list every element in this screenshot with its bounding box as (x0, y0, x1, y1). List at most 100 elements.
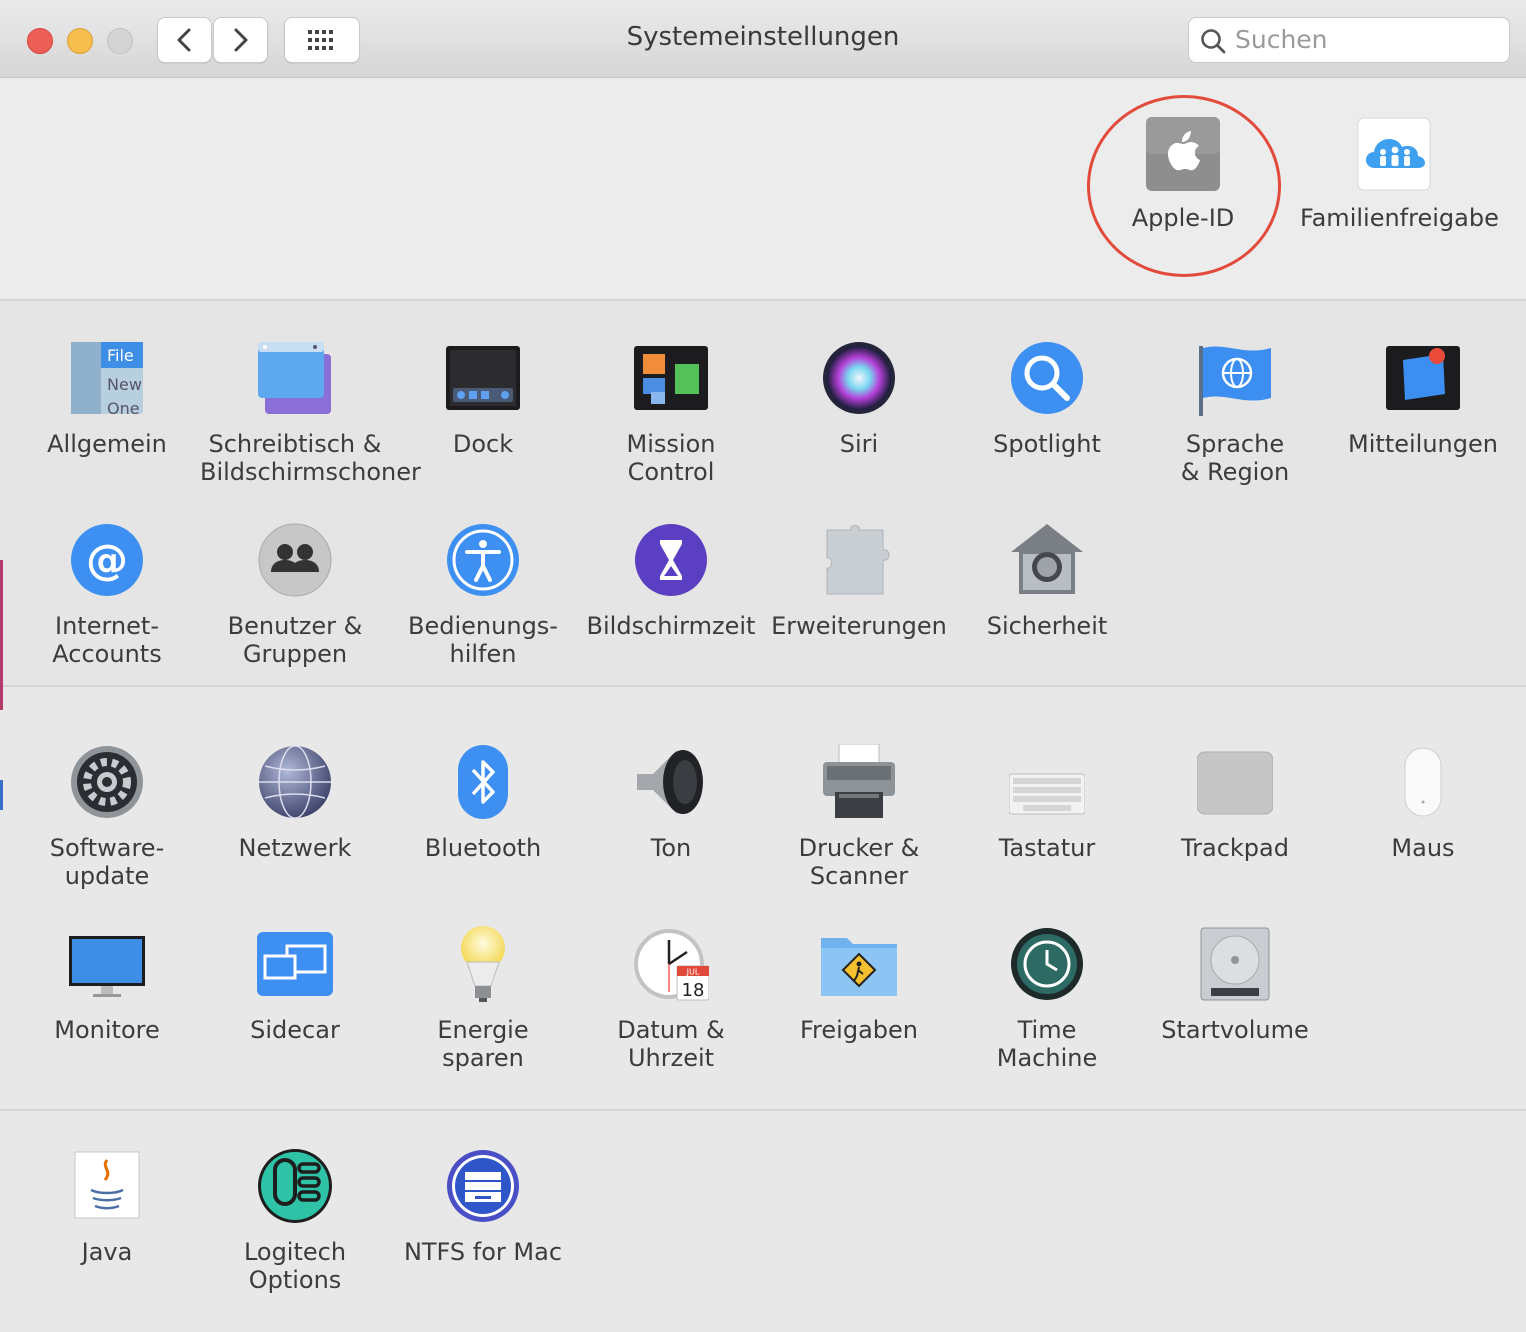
sharing-label: Freigaben (800, 1016, 918, 1044)
hourglass-icon (633, 522, 709, 598)
pref-displays[interactable]: Monitore (12, 926, 202, 1044)
bluetooth-label: Bluetooth (424, 834, 542, 862)
clock-calendar-icon: JUL 18 (633, 926, 709, 1002)
family-sharing-icon (1357, 116, 1433, 192)
time-machine-label: Time Machine (996, 1016, 1098, 1072)
pref-extensions[interactable]: Erweiterungen (764, 522, 954, 640)
pref-dock[interactable]: Dock (388, 340, 578, 458)
software-update-label: Software- update (49, 834, 165, 890)
search-placeholder: Suchen (1235, 25, 1328, 54)
pref-spotlight[interactable]: Spotlight (952, 340, 1142, 458)
trackpad-label: Trackpad (1181, 834, 1289, 862)
pref-language-region[interactable]: Sprache & Region (1140, 340, 1330, 486)
gear-icon (69, 744, 145, 820)
mouse-icon (1385, 744, 1461, 820)
house-safe-icon (1009, 522, 1085, 598)
svg-text:File: File (107, 346, 134, 365)
pref-sidecar[interactable]: Sidecar (200, 926, 390, 1044)
displays-label: Monitore (54, 1016, 160, 1044)
speaker-icon (633, 744, 709, 820)
startup-disk-label: Startvolume (1161, 1016, 1309, 1044)
siri-label: Siri (839, 430, 879, 458)
background-window-edge (0, 560, 3, 710)
ntfs-icon (445, 1148, 521, 1224)
pref-internet-accounts[interactable]: @ Internet- Accounts (12, 522, 202, 668)
search-icon (1201, 29, 1226, 54)
time-machine-icon (1009, 926, 1085, 1002)
pref-java[interactable]: Java (12, 1148, 202, 1266)
pref-sharing[interactable]: Freigaben (764, 926, 954, 1044)
search-field[interactable]: Suchen (1188, 17, 1510, 63)
screen-time-label: Bildschirmzeit (586, 612, 756, 640)
printers-label: Drucker & Scanner (798, 834, 920, 890)
pref-accessibility[interactable]: Bedienungs- hilfen (388, 522, 578, 668)
pref-notifications[interactable]: Mitteilungen (1328, 340, 1518, 458)
pref-mission-control[interactable]: Mission Control (576, 340, 766, 486)
puzzle-icon (821, 522, 897, 598)
pref-keyboard[interactable]: Tastatur (952, 744, 1142, 862)
desktop-label: Schreibtisch & Bildschirmschoner (200, 430, 421, 486)
display-icon (69, 926, 145, 1002)
svg-text:JUL: JUL (686, 968, 700, 977)
pref-security[interactable]: Sicherheit (952, 522, 1142, 640)
logitech-icon (257, 1148, 333, 1224)
network-globe-icon (257, 744, 333, 820)
pref-bluetooth[interactable]: Bluetooth (388, 744, 578, 862)
pref-general[interactable]: File New One Allgemein (12, 340, 202, 458)
spotlight-label: Spotlight (993, 430, 1101, 458)
svg-text:@: @ (86, 535, 128, 584)
pref-sound[interactable]: Ton (576, 744, 766, 862)
sharing-folder-icon (821, 926, 897, 1002)
internet-accounts-label: Internet- Accounts (52, 612, 162, 668)
pref-printers-scanners[interactable]: Drucker & Scanner (764, 744, 954, 890)
date-time-label: Datum & Uhrzeit (617, 1016, 725, 1072)
spotlight-icon (1009, 340, 1085, 416)
sidecar-icon (257, 926, 333, 1002)
dock-label: Dock (452, 430, 514, 458)
svg-text:18: 18 (682, 980, 705, 1001)
pref-users-groups[interactable]: Benutzer & Gruppen (200, 522, 390, 668)
java-label: Java (81, 1238, 133, 1266)
security-label: Sicherheit (986, 612, 1108, 640)
mission-control-label: Mission Control (626, 430, 716, 486)
language-label: Sprache & Region (1180, 430, 1290, 486)
network-label: Netzwerk (238, 834, 352, 862)
java-icon (69, 1148, 145, 1224)
pref-mouse[interactable]: Maus (1328, 744, 1518, 862)
dock-icon (445, 340, 521, 416)
pref-screen-time[interactable]: Bildschirmzeit (576, 522, 766, 640)
highlight-circle (1087, 95, 1281, 277)
ntfs-label: NTFS for Mac (403, 1238, 563, 1266)
general-icon: File New One (69, 340, 145, 416)
desktop-icon (257, 340, 333, 416)
accessibility-icon (445, 522, 521, 598)
account-section (0, 78, 1526, 301)
sidecar-label: Sidecar (250, 1016, 340, 1044)
notifications-label: Mitteilungen (1348, 430, 1498, 458)
energy-label: Energie sparen (437, 1016, 529, 1072)
pref-software-update[interactable]: Software- update (12, 744, 202, 890)
pref-siri[interactable]: Siri (764, 340, 954, 458)
pref-ntfs-for-mac[interactable]: NTFS for Mac (388, 1148, 578, 1266)
keyboard-label: Tastatur (998, 834, 1096, 862)
mouse-label: Maus (1391, 834, 1455, 862)
pref-startup-disk[interactable]: Startvolume (1140, 926, 1330, 1044)
pref-network[interactable]: Netzwerk (200, 744, 390, 862)
hard-disk-icon (1197, 926, 1273, 1002)
notifications-icon (1385, 340, 1461, 416)
trackpad-icon (1197, 744, 1273, 820)
family-sharing-label: Familienfreigabe (1300, 204, 1499, 232)
pref-family-sharing[interactable]: Familienfreigabe (1300, 116, 1499, 232)
lightbulb-icon (445, 926, 521, 1002)
pref-energy-saver[interactable]: Energie sparen (388, 926, 578, 1072)
accessibility-label: Bedienungs- hilfen (408, 612, 558, 668)
pref-time-machine[interactable]: Time Machine (952, 926, 1142, 1072)
logitech-label: Logitech Options (243, 1238, 347, 1294)
flag-globe-icon (1197, 340, 1273, 416)
pref-desktop-screensaver[interactable]: Schreibtisch & Bildschirmschoner (200, 340, 421, 486)
users-icon (257, 522, 333, 598)
pref-logitech-options[interactable]: Logitech Options (200, 1148, 390, 1294)
pref-trackpad[interactable]: Trackpad (1140, 744, 1330, 862)
sound-label: Ton (650, 834, 692, 862)
pref-date-time[interactable]: JUL 18 Datum & Uhrzeit (576, 926, 766, 1072)
